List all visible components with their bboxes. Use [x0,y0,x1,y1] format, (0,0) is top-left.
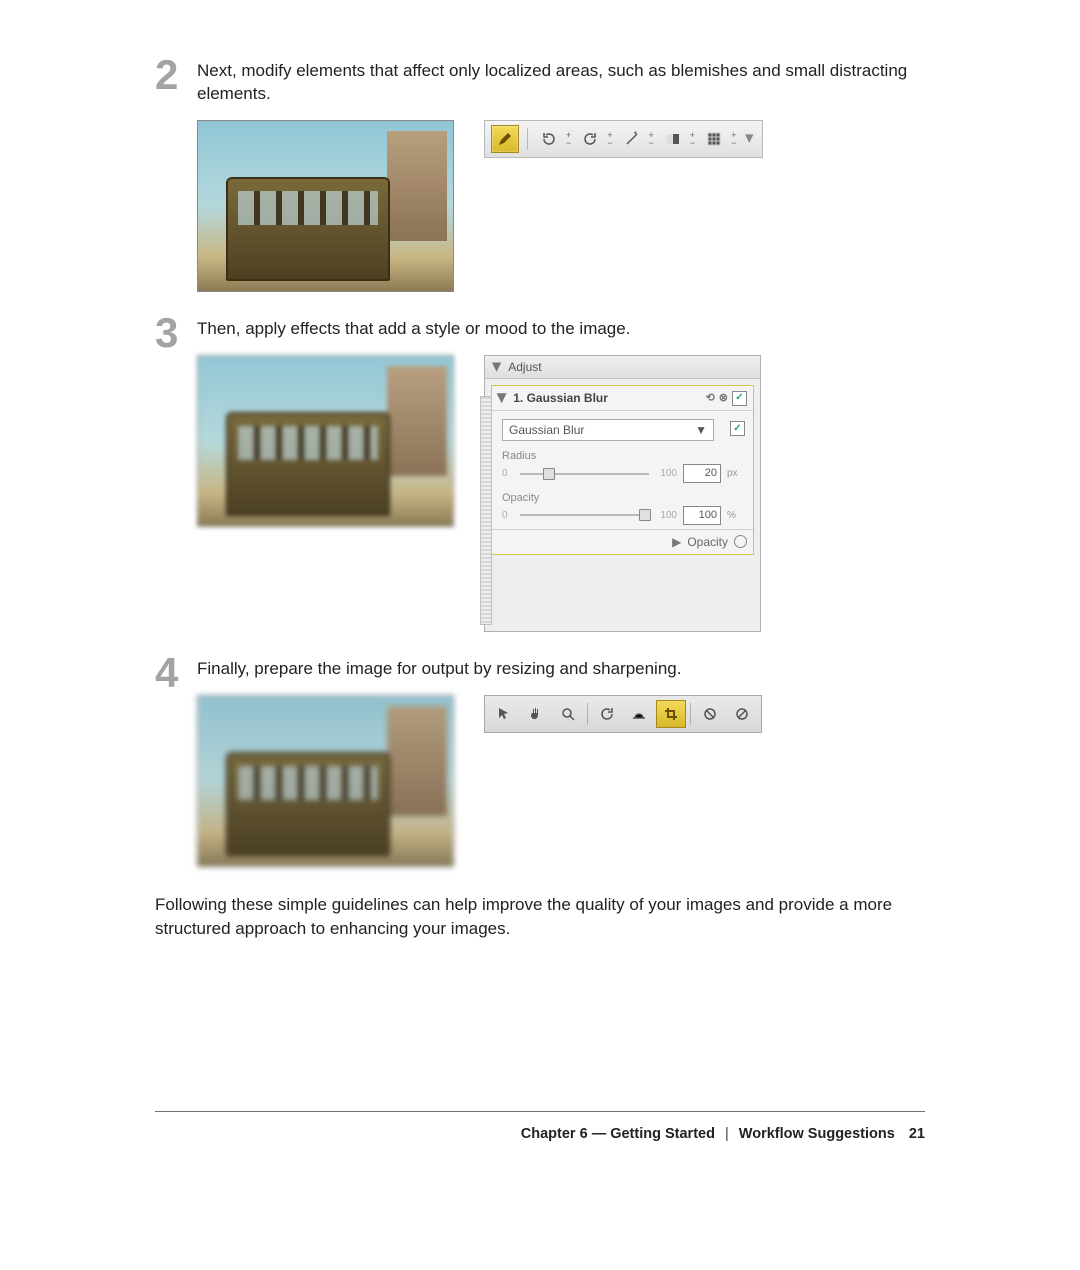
overflow-icon[interactable]: ▾ [742,126,756,152]
hand-pan-icon[interactable] [521,700,551,728]
arrow-cursor-icon[interactable] [489,700,519,728]
opacity-max: 100 [655,509,677,523]
page-footer: Chapter 6 — Getting Started | Workflow S… [521,1126,925,1142]
step-2: 2 Next, modify elements that affect only… [155,60,925,292]
panel-title: Adjust [508,359,541,375]
panel-grip-icon[interactable] [480,396,492,625]
effect-title: 1. Gaussian Blur [513,390,608,406]
step-text: Next, modify elements that affect only l… [197,60,925,106]
example-image-output [197,695,454,867]
radius-slider[interactable] [520,473,649,475]
opacity-label: Opacity [502,491,743,506]
dropdown-value: Gaussian Blur [509,422,584,438]
rotate-ccw-icon[interactable] [536,126,562,152]
adjust-panel: ▶ Adjust ▶ 1. Gaussian Blur ⟲ ⊗ [484,355,761,632]
effect-block: ▶ 1. Gaussian Blur ⟲ ⊗ ✓ Gaussian [491,385,754,555]
radius-min: 0 [502,467,514,481]
disclosure-triangle-icon[interactable]: ▶ [490,362,506,371]
separator [587,703,588,725]
radius-unit: px [727,467,743,481]
plus-minus-icon: +− [607,131,612,147]
step-text: Then, apply effects that add a style or … [197,318,925,341]
footer-section: Workflow Suggestions [739,1126,895,1142]
radius-label: Radius [502,449,743,464]
opacity-slider[interactable] [520,514,649,516]
disclosure-triangle-icon[interactable]: ▶ [495,393,511,402]
closing-paragraph: Following these simple guidelines can he… [155,893,925,941]
plus-minus-icon: +− [690,131,695,147]
opacity-min: 0 [502,509,514,523]
footer-rule [155,1111,925,1112]
example-image-blurred [197,355,454,527]
plus-minus-icon: +− [731,131,736,147]
separator [690,703,691,725]
opacity-radio[interactable] [734,535,747,548]
step-number: 2 [155,56,197,94]
page-number: 21 [909,1126,925,1142]
disclosure-triangle-icon[interactable]: ▶ [672,534,681,550]
footer-opacity-label: Opacity [687,534,728,550]
enable-checkbox[interactable]: ✓ [732,391,747,406]
opacity-value-input[interactable]: 100 [683,506,721,525]
plus-minus-icon: +− [649,131,654,147]
crop-icon[interactable] [656,700,686,728]
effect-preset-dropdown[interactable]: Gaussian Blur ▼ [502,419,714,441]
step-text: Finally, prepare the image for output by… [197,658,925,681]
straighten-icon[interactable] [624,700,654,728]
separator [527,128,528,150]
reset-icon[interactable]: ⟲ [706,391,715,406]
example-image [197,120,454,292]
radius-value-input[interactable]: 20 [683,464,721,483]
opacity-unit: % [727,509,743,523]
deny-cw-icon[interactable] [727,700,757,728]
preset-checkbox[interactable]: ✓ [730,421,745,436]
delete-icon[interactable]: ⊗ [719,391,728,406]
step-number: 4 [155,654,197,692]
panel-header[interactable]: ▶ Adjust [485,356,760,379]
step-3: 3 Then, apply effects that add a style o… [155,318,925,632]
output-toolbar [484,695,762,733]
deny-ccw-icon[interactable] [695,700,725,728]
step-number: 3 [155,314,197,352]
rotate-icon[interactable] [592,700,622,728]
slider-thumb-icon[interactable] [639,509,651,521]
step-4: 4 Finally, prepare the image for output … [155,658,925,867]
wand-icon[interactable] [619,126,645,152]
chevron-down-icon: ▼ [695,422,707,438]
gradient-icon[interactable] [660,126,686,152]
footer-chapter: Chapter 6 — Getting Started [521,1126,715,1142]
plus-minus-icon: +− [566,131,571,147]
radius-max: 100 [655,467,677,481]
pattern-icon[interactable] [701,126,727,152]
rotate-cw-icon[interactable] [577,126,603,152]
footer-separator: | [725,1126,729,1142]
zoom-icon[interactable] [553,700,583,728]
slider-thumb-icon[interactable] [543,468,555,480]
retouch-toolbar: +− +− +− +− +− [484,120,763,158]
brush-tool-icon[interactable] [491,125,519,153]
